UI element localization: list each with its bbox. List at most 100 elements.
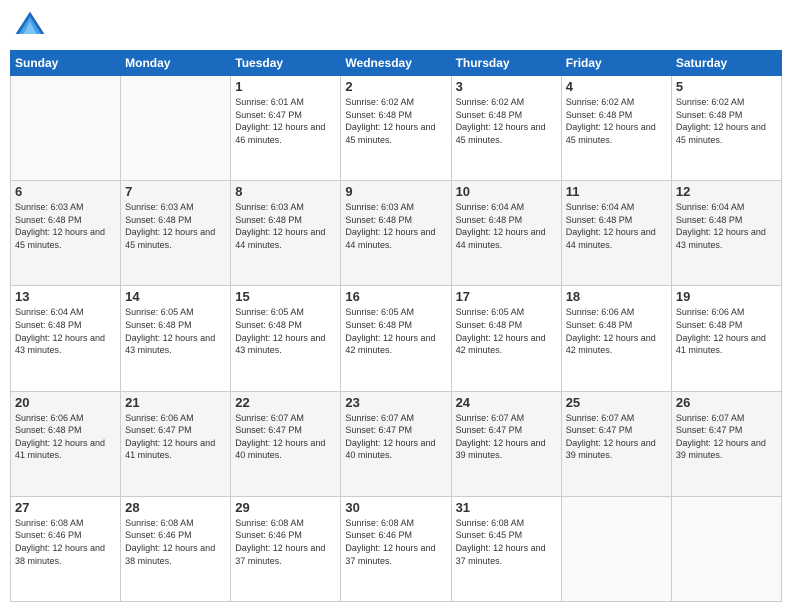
day-number: 14 (125, 289, 226, 304)
calendar-cell: 25 Sunrise: 6:07 AM Sunset: 6:47 PM Dayli… (561, 391, 671, 496)
calendar-cell (671, 496, 781, 601)
day-number: 25 (566, 395, 667, 410)
day-info: Sunrise: 6:04 AM Sunset: 6:48 PM Dayligh… (566, 201, 667, 251)
calendar-cell: 26 Sunrise: 6:07 AM Sunset: 6:47 PM Dayli… (671, 391, 781, 496)
calendar-cell: 17 Sunrise: 6:05 AM Sunset: 6:48 PM Dayli… (451, 286, 561, 391)
day-number: 6 (15, 184, 116, 199)
day-number: 17 (456, 289, 557, 304)
calendar-cell: 1 Sunrise: 6:01 AM Sunset: 6:47 PM Daylig… (231, 76, 341, 181)
day-number: 1 (235, 79, 336, 94)
calendar-header-thursday: Thursday (451, 51, 561, 76)
day-info: Sunrise: 6:02 AM Sunset: 6:48 PM Dayligh… (456, 96, 557, 146)
calendar-cell: 20 Sunrise: 6:06 AM Sunset: 6:48 PM Dayli… (11, 391, 121, 496)
calendar-cell: 30 Sunrise: 6:08 AM Sunset: 6:46 PM Dayli… (341, 496, 451, 601)
calendar-cell: 5Sunrise: 6:02 AM Sunset: 6:48 PM Daylig… (671, 76, 781, 181)
day-number: 21 (125, 395, 226, 410)
calendar: SundayMondayTuesdayWednesdayThursdayFrid… (10, 50, 782, 602)
calendar-cell: 13Sunrise: 6:04 AM Sunset: 6:48 PM Dayli… (11, 286, 121, 391)
calendar-header-wednesday: Wednesday (341, 51, 451, 76)
day-number: 12 (676, 184, 777, 199)
calendar-cell: 31 Sunrise: 6:08 AM Sunset: 6:45 PM Dayli… (451, 496, 561, 601)
calendar-cell: 27 Sunrise: 6:08 AM Sunset: 6:46 PM Dayli… (11, 496, 121, 601)
day-number: 2 (345, 79, 446, 94)
day-info: Sunrise: 6:03 AM Sunset: 6:48 PM Dayligh… (345, 201, 446, 251)
day-number: 30 (345, 500, 446, 515)
day-number: 31 (456, 500, 557, 515)
calendar-cell: 12 Sunrise: 6:04 AM Sunset: 6:48 PM Dayli… (671, 181, 781, 286)
day-info: Sunrise: 6:08 AM Sunset: 6:46 PM Dayligh… (15, 517, 116, 567)
calendar-cell: 18 Sunrise: 6:06 AM Sunset: 6:48 PM Dayli… (561, 286, 671, 391)
day-info: Sunrise: 6:07 AM Sunset: 6:47 PM Dayligh… (566, 412, 667, 462)
day-number: 18 (566, 289, 667, 304)
day-info: Sunrise: 6:07 AM Sunset: 6:47 PM Dayligh… (345, 412, 446, 462)
day-info: Sunrise: 6:06 AM Sunset: 6:47 PM Dayligh… (125, 412, 226, 462)
calendar-cell: 3 Sunrise: 6:02 AM Sunset: 6:48 PM Daylig… (451, 76, 561, 181)
day-number: 9 (345, 184, 446, 199)
day-info: Sunrise: 6:03 AM Sunset: 6:48 PM Dayligh… (235, 201, 336, 251)
day-number: 19 (676, 289, 777, 304)
day-info: Sunrise: 6:05 AM Sunset: 6:48 PM Dayligh… (345, 306, 446, 356)
day-info: Sunrise: 6:07 AM Sunset: 6:47 PM Dayligh… (456, 412, 557, 462)
day-number: 3 (456, 79, 557, 94)
calendar-cell: 24 Sunrise: 6:07 AM Sunset: 6:47 PM Dayli… (451, 391, 561, 496)
calendar-cell (11, 76, 121, 181)
day-info: Sunrise: 6:06 AM Sunset: 6:48 PM Dayligh… (566, 306, 667, 356)
calendar-week-3: 13Sunrise: 6:04 AM Sunset: 6:48 PM Dayli… (11, 286, 782, 391)
day-info: Sunrise: 6:08 AM Sunset: 6:45 PM Dayligh… (456, 517, 557, 567)
logo-icon (14, 10, 46, 42)
calendar-week-1: 1 Sunrise: 6:01 AM Sunset: 6:47 PM Daylig… (11, 76, 782, 181)
day-info: Sunrise: 6:08 AM Sunset: 6:46 PM Dayligh… (235, 517, 336, 567)
calendar-week-4: 20 Sunrise: 6:06 AM Sunset: 6:48 PM Dayli… (11, 391, 782, 496)
day-info: Sunrise: 6:07 AM Sunset: 6:47 PM Dayligh… (676, 412, 777, 462)
calendar-cell: 7 Sunrise: 6:03 AM Sunset: 6:48 PM Daylig… (121, 181, 231, 286)
calendar-cell: 21 Sunrise: 6:06 AM Sunset: 6:47 PM Dayli… (121, 391, 231, 496)
day-info: Sunrise: 6:03 AM Sunset: 6:48 PM Dayligh… (125, 201, 226, 251)
day-number: 23 (345, 395, 446, 410)
calendar-header-row: SundayMondayTuesdayWednesdayThursdayFrid… (11, 51, 782, 76)
calendar-cell: 8 Sunrise: 6:03 AM Sunset: 6:48 PM Daylig… (231, 181, 341, 286)
day-number: 29 (235, 500, 336, 515)
calendar-header-monday: Monday (121, 51, 231, 76)
calendar-cell: 9 Sunrise: 6:03 AM Sunset: 6:48 PM Daylig… (341, 181, 451, 286)
calendar-cell: 11 Sunrise: 6:04 AM Sunset: 6:48 PM Dayli… (561, 181, 671, 286)
day-number: 20 (15, 395, 116, 410)
day-number: 26 (676, 395, 777, 410)
calendar-cell: 6Sunrise: 6:03 AM Sunset: 6:48 PM Daylig… (11, 181, 121, 286)
calendar-cell: 4 Sunrise: 6:02 AM Sunset: 6:48 PM Daylig… (561, 76, 671, 181)
day-info: Sunrise: 6:04 AM Sunset: 6:48 PM Dayligh… (676, 201, 777, 251)
calendar-cell: 22Sunrise: 6:07 AM Sunset: 6:47 PM Dayli… (231, 391, 341, 496)
day-info: Sunrise: 6:08 AM Sunset: 6:46 PM Dayligh… (345, 517, 446, 567)
calendar-cell: 29 Sunrise: 6:08 AM Sunset: 6:46 PM Dayli… (231, 496, 341, 601)
day-number: 10 (456, 184, 557, 199)
day-info: Sunrise: 6:02 AM Sunset: 6:48 PM Dayligh… (676, 96, 777, 146)
day-number: 4 (566, 79, 667, 94)
calendar-cell: 14 Sunrise: 6:05 AM Sunset: 6:48 PM Dayli… (121, 286, 231, 391)
day-number: 24 (456, 395, 557, 410)
day-number: 27 (15, 500, 116, 515)
calendar-cell: 10 Sunrise: 6:04 AM Sunset: 6:48 PM Dayli… (451, 181, 561, 286)
day-info: Sunrise: 6:06 AM Sunset: 6:48 PM Dayligh… (15, 412, 116, 462)
day-number: 11 (566, 184, 667, 199)
day-number: 15 (235, 289, 336, 304)
day-info: Sunrise: 6:05 AM Sunset: 6:48 PM Dayligh… (456, 306, 557, 356)
day-number: 28 (125, 500, 226, 515)
day-info: Sunrise: 6:04 AM Sunset: 6:48 PM Dayligh… (456, 201, 557, 251)
calendar-cell: 28Sunrise: 6:08 AM Sunset: 6:46 PM Dayli… (121, 496, 231, 601)
calendar-header-tuesday: Tuesday (231, 51, 341, 76)
calendar-week-2: 6 Sunrise: 6:03 AM Sunset: 6:48 PM Daylig… (11, 181, 782, 286)
calendar-cell: 15Sunrise: 6:05 AM Sunset: 6:48 PM Dayli… (231, 286, 341, 391)
calendar-header-sunday: Sunday (11, 51, 121, 76)
day-number: 8 (235, 184, 336, 199)
day-info: Sunrise: 6:02 AM Sunset: 6:48 PM Dayligh… (345, 96, 446, 146)
calendar-cell (121, 76, 231, 181)
day-number: 22 (235, 395, 336, 410)
calendar-cell (561, 496, 671, 601)
page: SundayMondayTuesdayWednesdayThursdayFrid… (0, 0, 792, 612)
day-info: Sunrise: 6:04 AM Sunset: 6:48 PM Dayligh… (15, 306, 116, 356)
calendar-cell: 16Sunrise: 6:05 AM Sunset: 6:48 PM Dayli… (341, 286, 451, 391)
calendar-cell: 19Sunrise: 6:06 AM Sunset: 6:48 PM Dayli… (671, 286, 781, 391)
day-info: Sunrise: 6:02 AM Sunset: 6:48 PM Dayligh… (566, 96, 667, 146)
day-info: Sunrise: 6:05 AM Sunset: 6:48 PM Dayligh… (125, 306, 226, 356)
day-info: Sunrise: 6:01 AM Sunset: 6:47 PM Dayligh… (235, 96, 336, 146)
day-number: 7 (125, 184, 226, 199)
